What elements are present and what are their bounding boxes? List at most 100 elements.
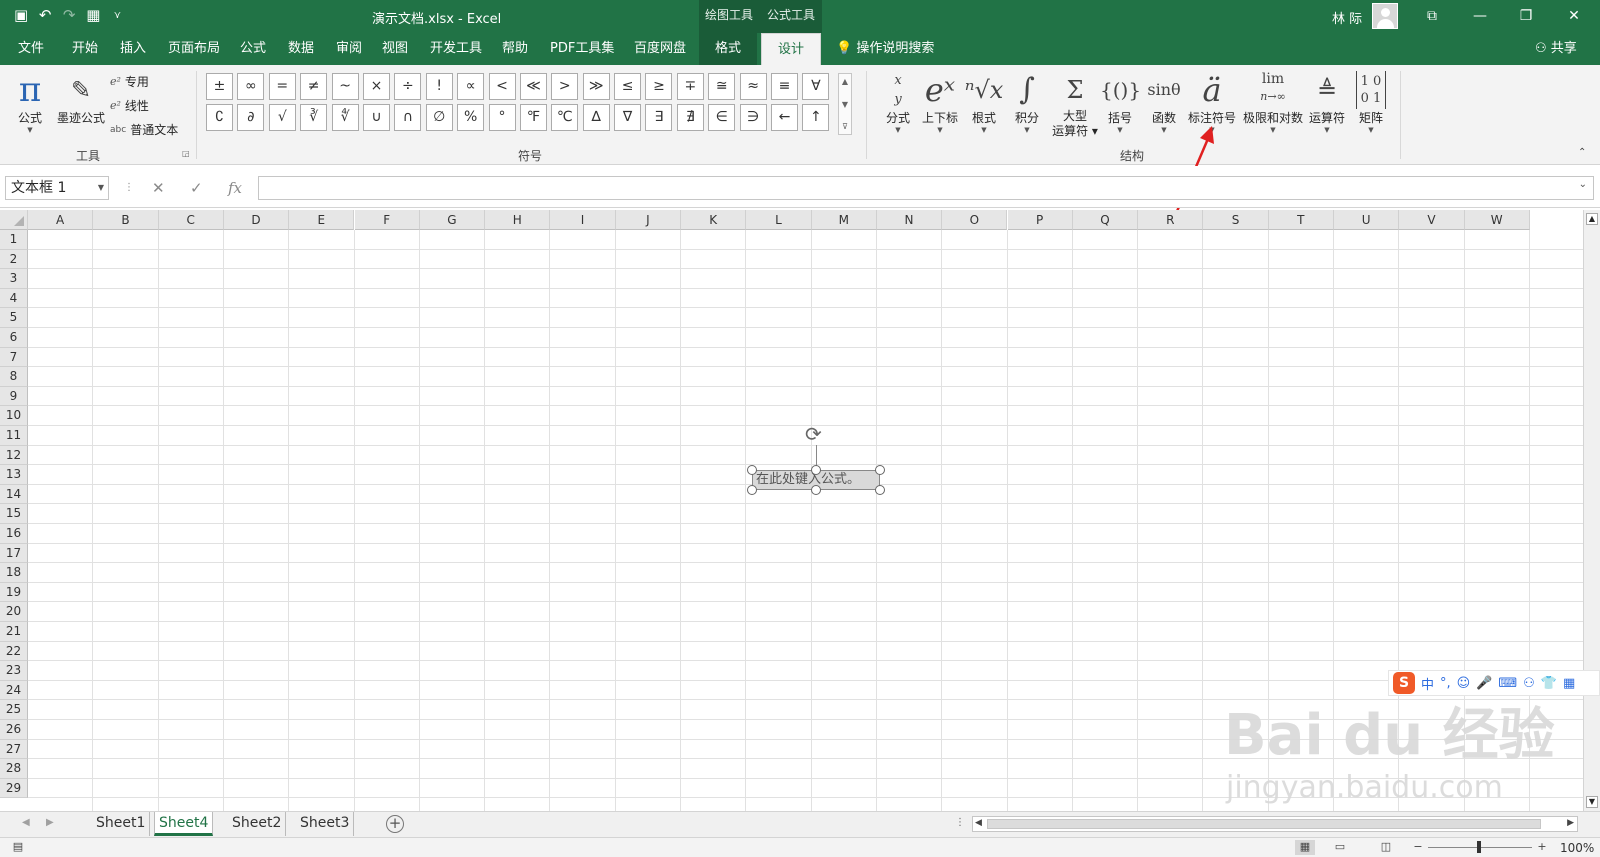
split-handle-icon[interactable]: ⋮ <box>955 817 965 828</box>
row-header[interactable]: 1 <box>0 230 28 250</box>
column-header[interactable]: M <box>811 210 877 230</box>
tell-me-search[interactable]: 💡 操作说明搜索 <box>836 33 934 65</box>
insert-function-icon[interactable]: fx <box>228 176 242 200</box>
tab-home[interactable]: 开始 <box>72 33 98 65</box>
gallery-up-icon[interactable]: ▲ <box>839 77 851 86</box>
row-header[interactable]: 3 <box>0 269 28 289</box>
symbol-button[interactable]: ∛ <box>300 104 328 131</box>
enter-icon[interactable]: ✓ <box>190 176 203 200</box>
column-header[interactable]: C <box>158 210 224 230</box>
row-header[interactable]: 26 <box>0 720 28 740</box>
row-header[interactable]: 18 <box>0 563 28 583</box>
scroll-down-icon[interactable]: ▼ <box>1586 796 1598 808</box>
column-header[interactable]: S <box>1203 210 1269 230</box>
symbol-button[interactable]: ∩ <box>394 104 422 131</box>
gallery-down-icon[interactable]: ▼ <box>839 100 851 109</box>
column-header[interactable]: B <box>93 210 159 230</box>
column-header[interactable]: A <box>28 210 94 230</box>
symbol-button[interactable]: ∃ <box>645 104 673 131</box>
next-sheet-icon[interactable]: ▶ <box>46 817 54 828</box>
customize-qat-icon[interactable]: ⋎ <box>110 10 124 21</box>
tab-baidu-netdisk[interactable]: 百度网盘 <box>634 33 686 65</box>
column-header[interactable]: L <box>746 210 812 230</box>
avatar[interactable] <box>1372 3 1398 29</box>
row-header[interactable]: 10 <box>0 406 28 426</box>
ribbon-display-options-icon[interactable]: ⧉ <box>1410 4 1454 28</box>
share-button[interactable]: ⚇ 共享 <box>1535 33 1577 65</box>
symbol-button[interactable]: ∜ <box>331 104 359 131</box>
prev-sheet-icon[interactable]: ◀ <box>22 817 30 828</box>
limit-log-button[interactable]: lim n→∞ 极限和对数 ▼ <box>1240 71 1306 134</box>
select-all-button[interactable] <box>0 210 28 230</box>
row-header[interactable]: 29 <box>0 778 28 799</box>
row-header[interactable]: 6 <box>0 328 28 348</box>
symbol-button[interactable]: ± <box>206 73 233 100</box>
tab-view[interactable]: 视图 <box>382 33 408 65</box>
symbol-button[interactable]: ∓ <box>676 73 704 100</box>
ink-equation-button[interactable]: ✎ 墨迹公式 <box>54 71 108 126</box>
matrix-button[interactable]: 1 00 1 矩阵 ▼ <box>1352 71 1390 134</box>
row-header[interactable]: 28 <box>0 759 28 779</box>
symbol-button[interactable]: < <box>488 73 516 100</box>
zoom-in-icon[interactable]: + <box>1532 840 1552 855</box>
row-header[interactable]: 22 <box>0 641 28 662</box>
row-header[interactable]: 5 <box>0 308 28 328</box>
symbol-button[interactable]: = <box>268 73 296 100</box>
column-header[interactable]: P <box>1007 210 1073 230</box>
minimize-icon[interactable]: — <box>1458 4 1502 28</box>
scroll-left-icon[interactable]: ◀ <box>975 818 982 828</box>
vertical-scrollbar[interactable]: ▲ ▼ <box>1583 210 1600 811</box>
column-header[interactable]: J <box>615 210 681 230</box>
tab-data[interactable]: 数据 <box>288 33 314 65</box>
column-header[interactable]: V <box>1399 210 1465 230</box>
normal-text-button[interactable]: abc 普通文本 <box>110 121 178 138</box>
column-header[interactable]: F <box>354 210 420 230</box>
symbol-button[interactable]: ∄ <box>676 104 704 131</box>
symbol-button[interactable]: ÷ <box>394 73 422 100</box>
tab-formulas[interactable]: 公式 <box>240 33 266 65</box>
column-header[interactable]: I <box>550 210 616 230</box>
symbol-button[interactable]: > <box>551 73 579 100</box>
row-header[interactable]: 7 <box>0 347 28 368</box>
symbol-button[interactable]: ° <box>488 104 516 131</box>
symbol-button[interactable]: ∝ <box>457 73 485 100</box>
column-header[interactable]: Q <box>1072 210 1139 230</box>
rotate-handle-icon[interactable]: ⟳ <box>805 424 822 444</box>
row-header[interactable]: 2 <box>0 249 28 270</box>
tab-pdf-tools[interactable]: PDF工具集 <box>550 33 614 65</box>
formula-input[interactable]: ⌄ <box>258 176 1594 200</box>
resize-handle[interactable] <box>747 485 757 495</box>
tab-insert[interactable]: 插入 <box>120 33 146 65</box>
symbol-button[interactable]: ← <box>771 104 799 131</box>
integral-button[interactable]: ∫ 积分 ▼ <box>1008 71 1046 134</box>
scroll-right-icon[interactable]: ▶ <box>1567 818 1574 828</box>
toolbox-icon[interactable]: ▦ <box>1563 676 1575 691</box>
row-header[interactable]: 9 <box>0 386 28 407</box>
symbol-button[interactable]: × <box>362 73 390 100</box>
macro-record-icon[interactable]: ▤ <box>8 840 28 855</box>
symbol-button[interactable]: ≤ <box>614 73 642 100</box>
column-header[interactable]: D <box>223 210 290 230</box>
symbol-button[interactable]: ∪ <box>362 104 390 131</box>
symbol-button[interactable]: ~ <box>331 73 359 100</box>
tab-format[interactable]: 格式 <box>699 33 758 65</box>
symbol-button[interactable]: ≡ <box>771 73 799 100</box>
symbol-button[interactable]: ℉ <box>519 104 547 131</box>
resize-handle[interactable] <box>875 485 885 495</box>
expand-formula-bar-icon[interactable]: ⌄ <box>1579 179 1587 190</box>
symbol-button[interactable]: ≥ <box>645 73 673 100</box>
tab-design[interactable]: 设计 <box>761 33 822 66</box>
microphone-icon[interactable]: 🎤 <box>1476 676 1492 691</box>
resize-handle[interactable] <box>811 485 821 495</box>
user-icon[interactable]: ⚇ <box>1523 676 1535 691</box>
row-header[interactable]: 24 <box>0 680 28 701</box>
dialog-launcher-icon[interactable]: ◲ <box>182 149 190 158</box>
name-box[interactable]: 文本框 1 ▼ <box>5 176 109 200</box>
undo-icon[interactable]: ↶ <box>38 6 52 24</box>
radical-button[interactable]: ⁿ√x 根式 ▼ <box>964 71 1004 134</box>
symbol-button[interactable]: ≈ <box>739 73 767 100</box>
close-icon[interactable]: ✕ <box>1552 4 1596 28</box>
column-header[interactable]: O <box>942 210 1008 230</box>
redo-icon[interactable]: ↷ <box>62 6 76 24</box>
row-header[interactable]: 25 <box>0 700 28 720</box>
